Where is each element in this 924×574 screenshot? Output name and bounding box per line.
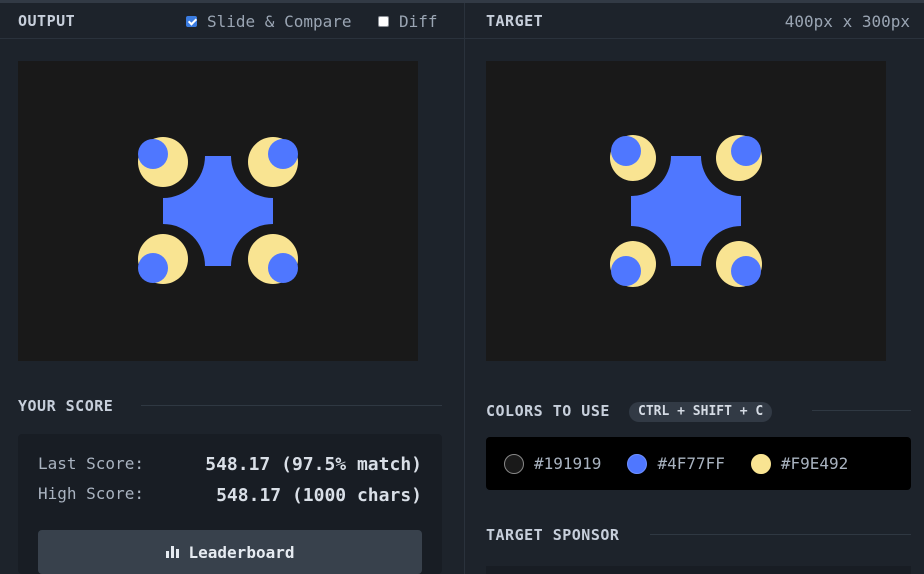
last-score-label: Last Score: xyxy=(38,454,144,473)
color-dot xyxy=(504,453,524,474)
score-panel: Last Score: 548.17 (97.5% match) High Sc… xyxy=(18,434,442,574)
colors-panel: #191919 #4F77FF #F9E492 xyxy=(486,437,911,490)
sponsor-panel xyxy=(486,566,911,574)
sponsor-title-rule xyxy=(650,534,911,535)
blue-dot xyxy=(138,139,168,169)
colors-title: COLORS TO USE xyxy=(486,402,610,420)
output-canvas[interactable] xyxy=(18,61,418,361)
target-header: TARGET 400px x 300px xyxy=(465,3,924,39)
sponsor-title: TARGET SPONSOR xyxy=(486,526,620,544)
blue-dot xyxy=(611,136,641,166)
blue-dot xyxy=(138,253,168,283)
last-score-value: 548.17 (97.5% match) xyxy=(205,454,422,475)
color-hex-label: #F9E492 xyxy=(780,454,849,473)
bar-chart-icon xyxy=(165,546,179,558)
blue-dot xyxy=(268,253,298,283)
blue-dot xyxy=(731,136,761,166)
color-hex-label: #191919 xyxy=(534,454,602,473)
leaderboard-label: Leaderboard xyxy=(188,542,295,562)
color-swatch-blue[interactable]: #4F77FF xyxy=(627,453,725,474)
blue-dot xyxy=(268,139,298,169)
color-swatch-yellow[interactable]: #F9E492 xyxy=(750,453,849,474)
target-dimensions: 400px x 300px xyxy=(784,12,910,31)
high-score-value: 548.17 (1000 chars) xyxy=(216,485,422,506)
output-title: OUTPUT xyxy=(18,12,76,30)
output-header: OUTPUT Slide & Compare Diff xyxy=(0,3,464,39)
slide-compare-label: Slide & Compare xyxy=(207,12,352,31)
target-title: TARGET xyxy=(486,12,544,30)
target-artwork xyxy=(610,135,762,287)
diff-label: Diff xyxy=(399,12,438,31)
blue-dot xyxy=(731,256,761,286)
target-canvas xyxy=(486,61,886,361)
score-title: YOUR SCORE xyxy=(18,397,114,415)
copy-colors-shortcut: CTRL + SHIFT + C xyxy=(629,402,773,422)
colors-title-rule xyxy=(812,410,911,411)
panel-divider xyxy=(464,3,465,574)
slide-compare-checkbox[interactable]: Slide & Compare xyxy=(186,12,352,31)
blue-dot xyxy=(611,256,641,286)
color-hex-label: #4F77FF xyxy=(657,454,725,473)
score-title-rule xyxy=(141,405,442,406)
high-score-label: High Score: xyxy=(38,484,144,503)
color-dot xyxy=(627,453,648,474)
color-dot xyxy=(750,453,771,474)
slide-compare-check-icon[interactable] xyxy=(186,16,197,27)
output-artwork xyxy=(138,137,298,284)
diff-check-icon[interactable] xyxy=(378,16,389,27)
leaderboard-button[interactable]: Leaderboard xyxy=(38,530,422,574)
diff-checkbox[interactable]: Diff xyxy=(378,12,438,31)
color-swatch-dark[interactable]: #191919 xyxy=(504,453,602,474)
